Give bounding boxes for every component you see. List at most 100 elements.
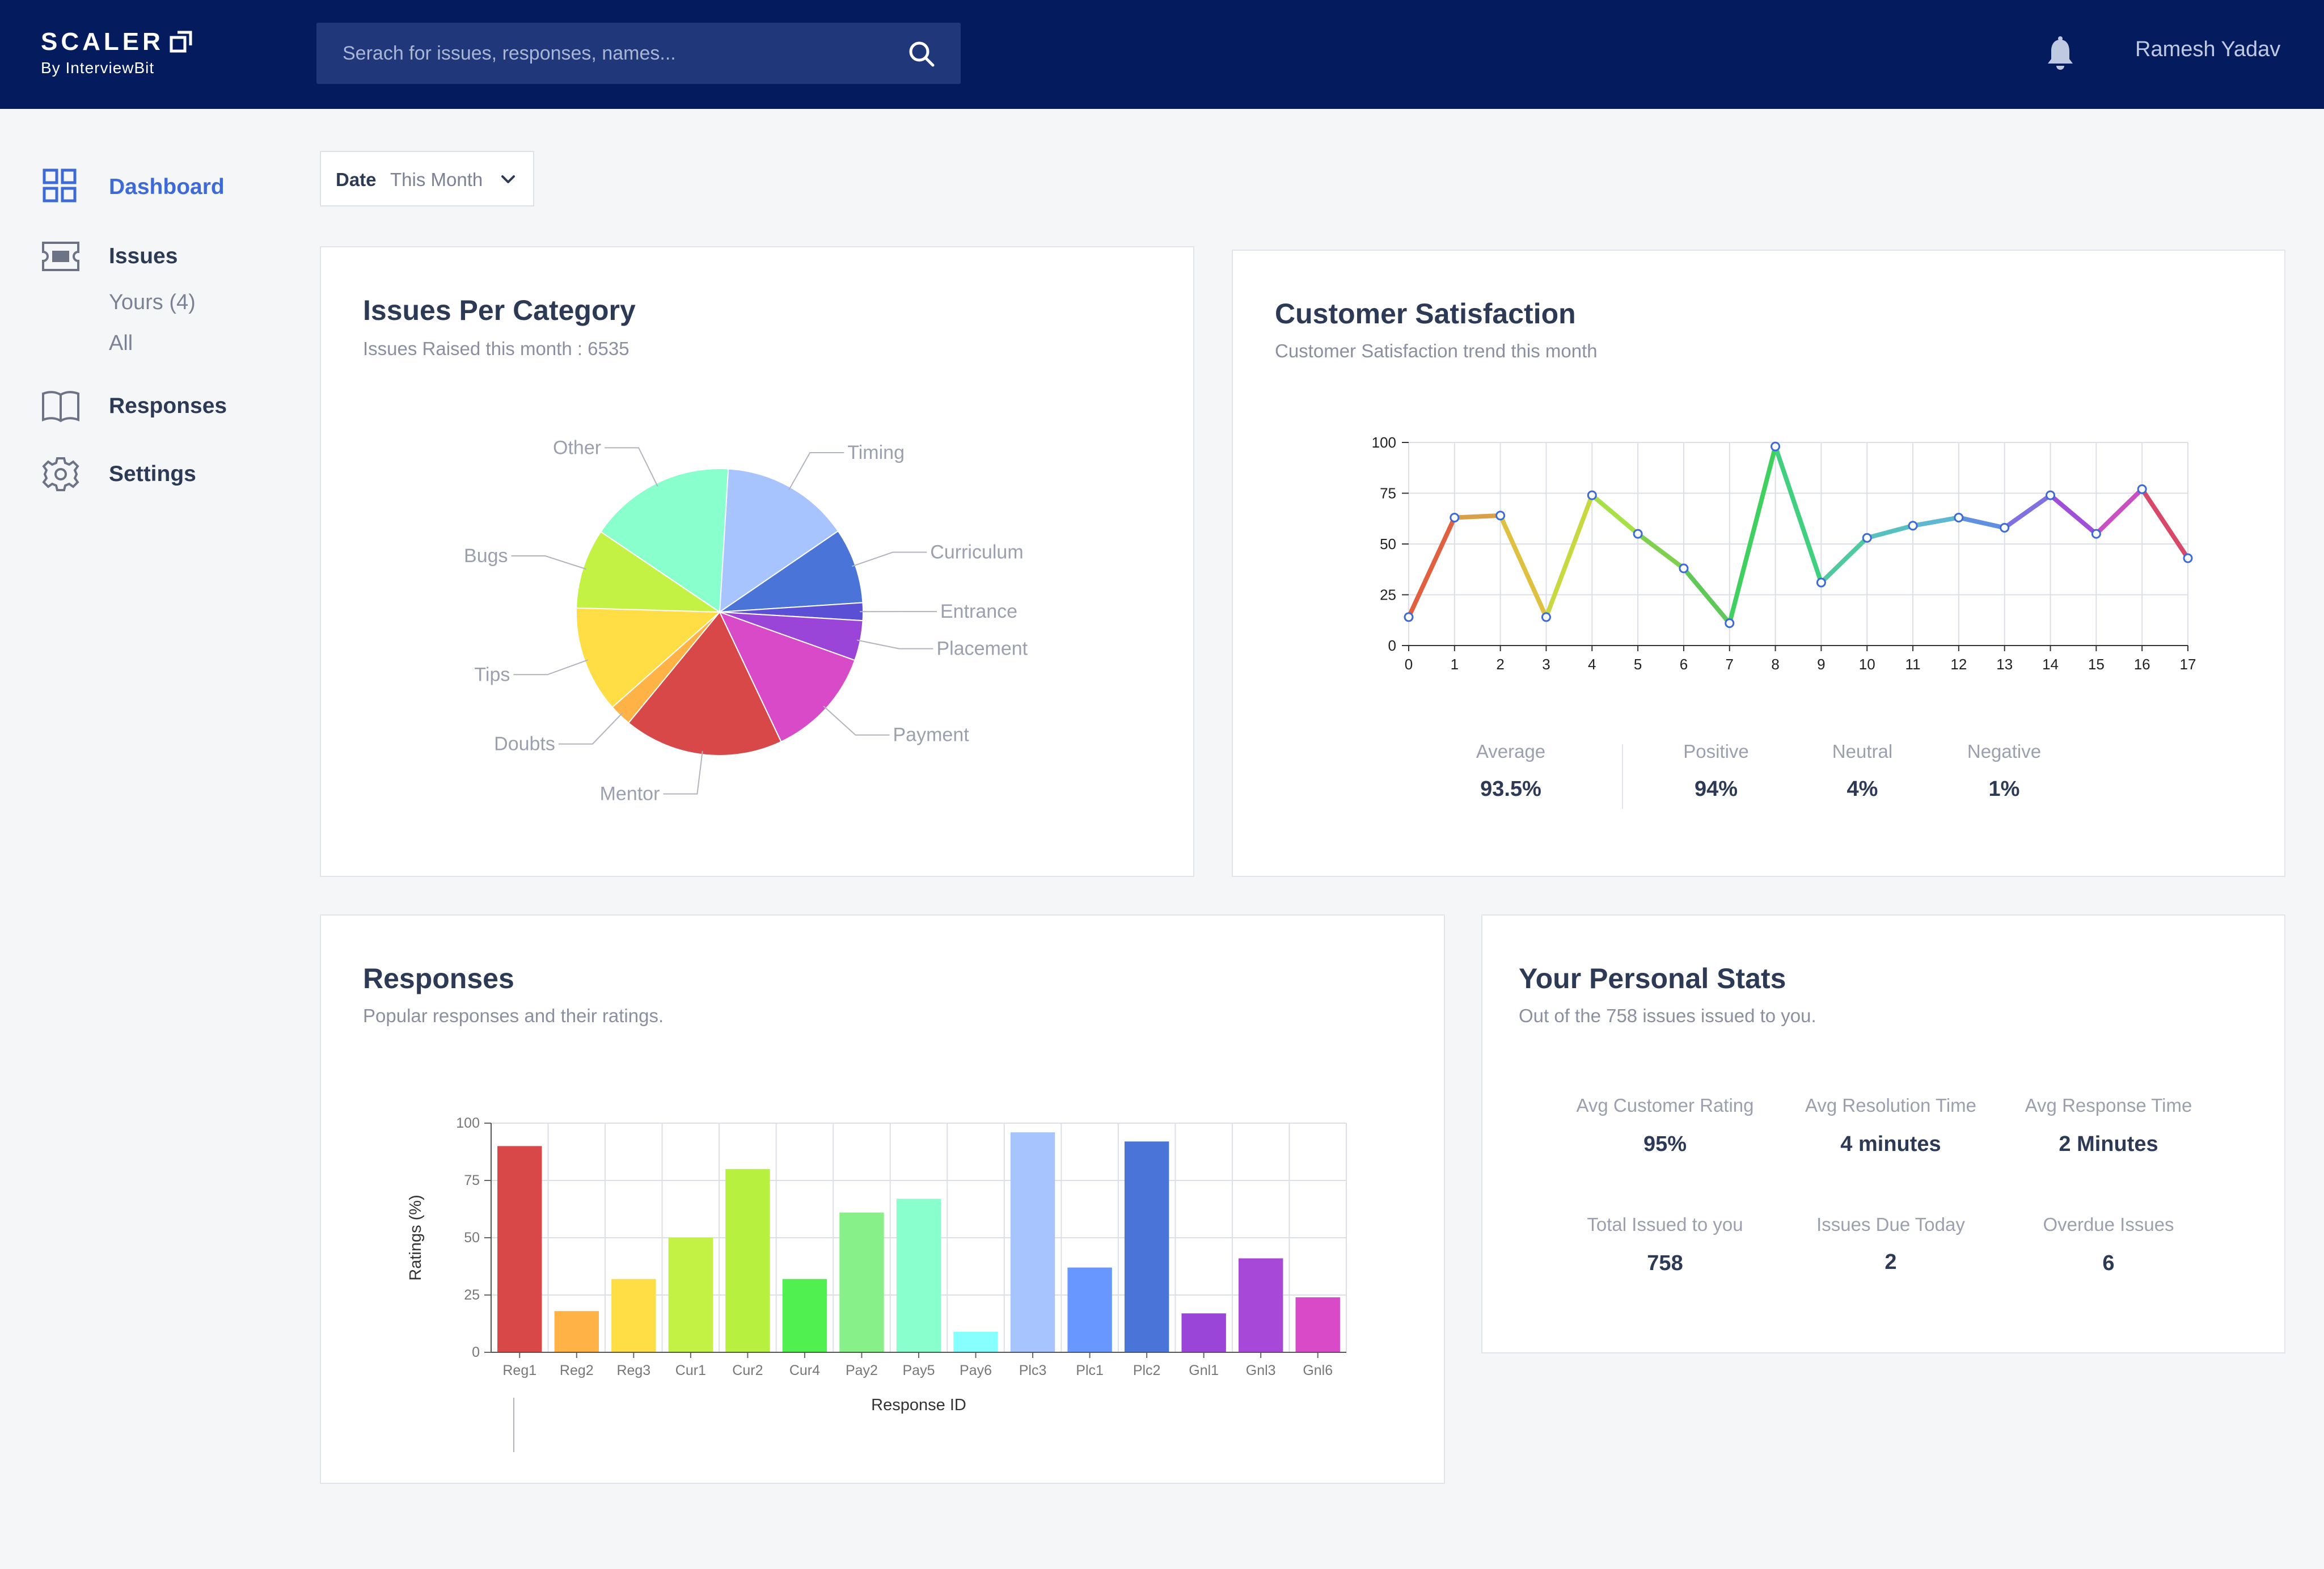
- x-tick-label: 8: [1771, 656, 1779, 673]
- x-tick-label: Gnl3: [1246, 1363, 1276, 1378]
- date-filter-value: This Month: [390, 169, 483, 190]
- stat-value: 94%: [1694, 777, 1738, 801]
- sidebar-item-settings[interactable]: Settings: [41, 456, 196, 492]
- gear-icon: [42, 457, 79, 491]
- grid-icon: [43, 168, 77, 203]
- user-name[interactable]: Ramesh Yadav: [2135, 37, 2280, 62]
- x-tick-label: Plc3: [1019, 1363, 1047, 1378]
- bar: [896, 1199, 941, 1352]
- x-tick-label: Cur4: [789, 1363, 820, 1378]
- bar: [839, 1212, 884, 1352]
- pie-label: Payment: [893, 724, 970, 746]
- stat-label: Overdue Issues: [2043, 1214, 2174, 1235]
- x-tick-label: Cur1: [675, 1363, 706, 1378]
- stat-value: 2 Minutes: [2059, 1132, 2158, 1156]
- stat-value: 1%: [1988, 777, 2020, 801]
- search-input[interactable]: [343, 23, 887, 84]
- x-tick-label: 15: [2088, 656, 2105, 673]
- x-tick-label: 14: [2042, 656, 2059, 673]
- issues-per-category-card: Issues Per Category Issues Raised this m…: [320, 246, 1194, 877]
- logo[interactable]: SCALER By InterviewBit: [41, 28, 192, 77]
- data-point: [1404, 612, 1414, 622]
- x-tick-label: Pay6: [960, 1363, 992, 1378]
- x-tick-label: 5: [1634, 656, 1642, 673]
- x-tick-label: 6: [1680, 656, 1688, 673]
- date-filter-label: Date: [336, 169, 377, 190]
- line-segment: [1773, 444, 1824, 585]
- line-segment: [1727, 444, 1778, 626]
- data-point: [1954, 512, 1964, 522]
- data-point: [1587, 490, 1597, 500]
- data-point: [1771, 441, 1781, 452]
- pie-label: Placement: [936, 638, 1028, 660]
- x-tick-label: Gnl6: [1303, 1363, 1333, 1378]
- sidebar-item-responses[interactable]: Responses: [41, 388, 227, 424]
- data-point: [1862, 533, 1872, 543]
- x-tick-label: 10: [1859, 656, 1875, 673]
- x-tick-label: Gnl1: [1189, 1363, 1219, 1378]
- x-tick-label: 9: [1817, 656, 1825, 673]
- date-filter-dropdown[interactable]: Date This Month: [320, 151, 534, 206]
- sidebar-item-dashboard[interactable]: Dashboard: [41, 168, 225, 204]
- pie-label: Other: [553, 437, 601, 458]
- search-bar: [316, 23, 961, 84]
- bar: [953, 1331, 998, 1352]
- stat-label: Average: [1476, 741, 1546, 762]
- y-tick-label: 75: [1380, 485, 1396, 502]
- pie-label: Curriculum: [930, 542, 1023, 563]
- stat-label: Avg Customer Rating: [1576, 1095, 1754, 1116]
- chevron-down-icon: [501, 175, 515, 183]
- bar: [1181, 1313, 1226, 1352]
- x-tick-label: 13: [1996, 656, 2013, 673]
- line-segment: [1498, 513, 1549, 619]
- line-segment: [1406, 515, 1457, 619]
- x-tick-label: 12: [1950, 656, 1967, 673]
- stat-label: Positive: [1683, 741, 1749, 762]
- sidebar-subitem-all[interactable]: All: [109, 331, 133, 356]
- pie-label: Tips: [474, 664, 510, 685]
- y-tick-label: 25: [464, 1287, 480, 1303]
- data-point: [1541, 612, 1551, 622]
- stat-divider: [1622, 744, 1623, 809]
- y-tick-label: 25: [1380, 587, 1396, 604]
- bar: [611, 1279, 656, 1352]
- x-axis-label: Response ID: [871, 1396, 966, 1414]
- responses-bar-chart: 0 25 50 75 100 Reg1 Reg2 Reg3 Cur1 Cur2 Cur4 Pay2 Pa…: [407, 1115, 1347, 1452]
- x-tick-label: 0: [1405, 656, 1413, 673]
- stat-label: Avg Response Time: [2025, 1095, 2192, 1116]
- ticket-icon: [42, 242, 79, 271]
- bar: [554, 1311, 599, 1352]
- pie-label: Entrance: [940, 601, 1017, 622]
- card-subtitle: Out of the 758 issues issued to you.: [1519, 1005, 1816, 1026]
- line-segment: [1819, 535, 1870, 585]
- x-tick-label: 1: [1451, 656, 1459, 673]
- personal-stats-card: Your Personal Stats Out of the 758 issue…: [1481, 914, 2285, 1353]
- y-tick-label: 100: [456, 1115, 480, 1131]
- bar: [725, 1169, 770, 1352]
- stat-label: Negative: [1967, 741, 2042, 762]
- x-tick-label: 16: [2134, 656, 2150, 673]
- bar: [1295, 1297, 1340, 1352]
- data-point: [1450, 512, 1460, 522]
- line-segment: [2048, 493, 2099, 537]
- x-tick-label: 11: [1905, 656, 1921, 673]
- stat-label: Avg Resolution Time: [1805, 1095, 1977, 1116]
- pie-label: Mentor: [600, 783, 660, 805]
- pie-label: Timing: [847, 442, 905, 463]
- line-segment: [2140, 487, 2190, 561]
- x-tick-label: 4: [1588, 656, 1596, 673]
- sidebar-subitem-yours[interactable]: Yours (4): [109, 290, 196, 315]
- line-segment: [1452, 513, 1503, 520]
- x-tick-label: 3: [1542, 656, 1550, 673]
- pie-leader-line: [558, 712, 623, 745]
- sidebar-item-issues[interactable]: Issues: [41, 238, 178, 275]
- search-icon[interactable]: [907, 40, 936, 68]
- stat-value: 95%: [1643, 1132, 1687, 1156]
- pie-leader-line: [605, 447, 658, 487]
- pie-leader-line: [856, 639, 933, 649]
- data-point: [2000, 522, 2010, 533]
- data-point: [1495, 511, 1506, 521]
- bell-icon[interactable]: [2044, 36, 2076, 73]
- logo-mark-icon: [170, 31, 192, 53]
- bar: [668, 1238, 713, 1352]
